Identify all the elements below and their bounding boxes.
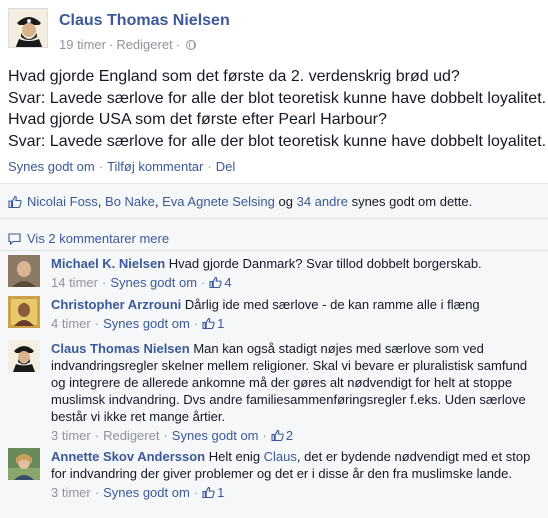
author-avatar[interactable]	[8, 8, 48, 48]
liker-link[interactable]: Eva Agnete Selsing	[162, 194, 275, 209]
meta-separator: ·	[175, 37, 181, 52]
comment-like-button[interactable]: Synes godt om	[103, 316, 190, 331]
comment-body: Claus Thomas Nielsen Man kan også stadig…	[51, 340, 541, 444]
post-actions: Synes godt om · Tilføj kommentar · Del	[8, 159, 235, 174]
share-button[interactable]: Del	[216, 159, 236, 174]
post-line: Svar: Lavede særlove for alle der blot t…	[8, 132, 547, 150]
thumbs-up-icon	[202, 487, 215, 498]
comment: Annette Skov Andersson Helt enig Claus, …	[0, 448, 548, 514]
comment: Christopher Arzrouni Dårlig ide med særl…	[0, 296, 548, 334]
comment-meta: 4 timer · Synes godt om · 1	[51, 316, 225, 331]
comment-like-button[interactable]: Synes godt om	[103, 485, 190, 500]
likes-conjunction: og	[278, 194, 293, 209]
comment-body: Christopher Arzrouni Dårlig ide med særl…	[51, 296, 541, 332]
thumbs-up-icon	[8, 196, 22, 208]
liker-link[interactable]: Bo Nake	[105, 194, 155, 209]
comment-meta: 3 timer · Synes godt om · 1	[51, 485, 225, 500]
post-line: Hvad gjorde USA som det første efter Pea…	[8, 111, 387, 128]
comment-time[interactable]: 14 timer	[51, 275, 98, 290]
comment-bubble-icon	[8, 233, 21, 245]
likes-suffix: synes godt om dette.	[351, 194, 473, 209]
comment-author[interactable]: Christopher Arzrouni	[51, 297, 181, 312]
add-comment-button[interactable]: Tilføj kommentar	[107, 159, 203, 174]
comment-like-count[interactable]: 2	[286, 428, 293, 443]
comment-time[interactable]: 3 timer	[51, 485, 91, 500]
post-header: Claus Thomas Nielsen 19 timer · Redigeret ·	[8, 8, 538, 54]
comment-meta: 14 timer · Synes godt om · 4	[51, 275, 232, 290]
post-author-name[interactable]: Claus Thomas Nielsen	[59, 12, 230, 30]
action-separator: ·	[207, 159, 212, 174]
globe-icon[interactable]	[186, 40, 197, 50]
comment-author[interactable]: Claus Thomas Nielsen	[51, 341, 190, 356]
thumbs-up-icon	[202, 318, 215, 329]
comment-body: Michael K. Nielsen Hvad gjorde Danmark? …	[51, 255, 541, 291]
view-more-label[interactable]: Vis 2 kommentarer mere	[27, 231, 169, 246]
liker-link[interactable]: Nicolai Foss	[27, 194, 98, 209]
other-likers-link[interactable]: 34 andre	[297, 194, 348, 209]
action-separator: ·	[98, 159, 104, 174]
comment-author[interactable]: Michael K. Nielsen	[51, 256, 165, 271]
commenter-avatar[interactable]	[8, 340, 40, 372]
commenter-avatar[interactable]	[8, 255, 40, 287]
meta-separator: ·	[108, 37, 114, 52]
comment-text: Helt enig	[208, 449, 264, 464]
divider	[0, 218, 548, 219]
comment: Claus Thomas Nielsen Man kan også stadig…	[0, 340, 548, 443]
comment-like-count[interactable]: 1	[217, 316, 224, 331]
post-line: Hvad gjorde England som det første da 2.…	[8, 68, 460, 85]
view-more-comments[interactable]: Vis 2 kommentarer mere	[8, 231, 169, 246]
comment-like-count[interactable]: 1	[217, 485, 224, 500]
comment-text: Dårlig ide med særlove - de kan ramme al…	[184, 297, 480, 312]
comment-edited[interactable]: Redigeret	[103, 428, 159, 443]
post-line: Svar: Lavede særlove for alle der blot t…	[8, 89, 547, 107]
comment-like-button[interactable]: Synes godt om	[172, 428, 259, 443]
comment-meta: 3 timer · Redigeret · Synes godt om · 2	[51, 428, 294, 443]
comment-author[interactable]: Annette Skov Andersson	[51, 449, 205, 464]
thumbs-up-icon	[209, 277, 223, 288]
comment-like-count[interactable]: 4	[224, 275, 231, 290]
comment-body: Annette Skov Andersson Helt enig Claus, …	[51, 448, 541, 501]
divider	[0, 250, 548, 251]
likes-summary: Nicolai Foss, Bo Nake, Eva Agnete Selsin…	[8, 194, 472, 209]
post-body: Hvad gjorde England som det første da 2.…	[8, 66, 547, 152]
comment: Michael K. Nielsen Hvad gjorde Danmark? …	[0, 255, 548, 293]
post-time[interactable]: 19 timer	[59, 37, 106, 52]
comment-text: Hvad gjorde Danmark? Svar tillod dobbelt…	[168, 256, 482, 271]
commenter-avatar[interactable]	[8, 296, 40, 328]
thumbs-up-icon	[271, 430, 284, 441]
post-meta: 19 timer · Redigeret ·	[59, 37, 197, 52]
post-edited[interactable]: Redigeret	[116, 37, 172, 52]
feedback-panel: Nicolai Foss, Bo Nake, Eva Agnete Selsin…	[0, 183, 548, 518]
commenter-avatar[interactable]	[8, 448, 40, 480]
comment-like-button[interactable]: Synes godt om	[110, 275, 197, 290]
like-button[interactable]: Synes godt om	[8, 159, 95, 174]
mention-link[interactable]: Claus	[264, 449, 297, 464]
comment-time[interactable]: 4 timer	[51, 316, 91, 331]
comment-time[interactable]: 3 timer	[51, 428, 91, 443]
